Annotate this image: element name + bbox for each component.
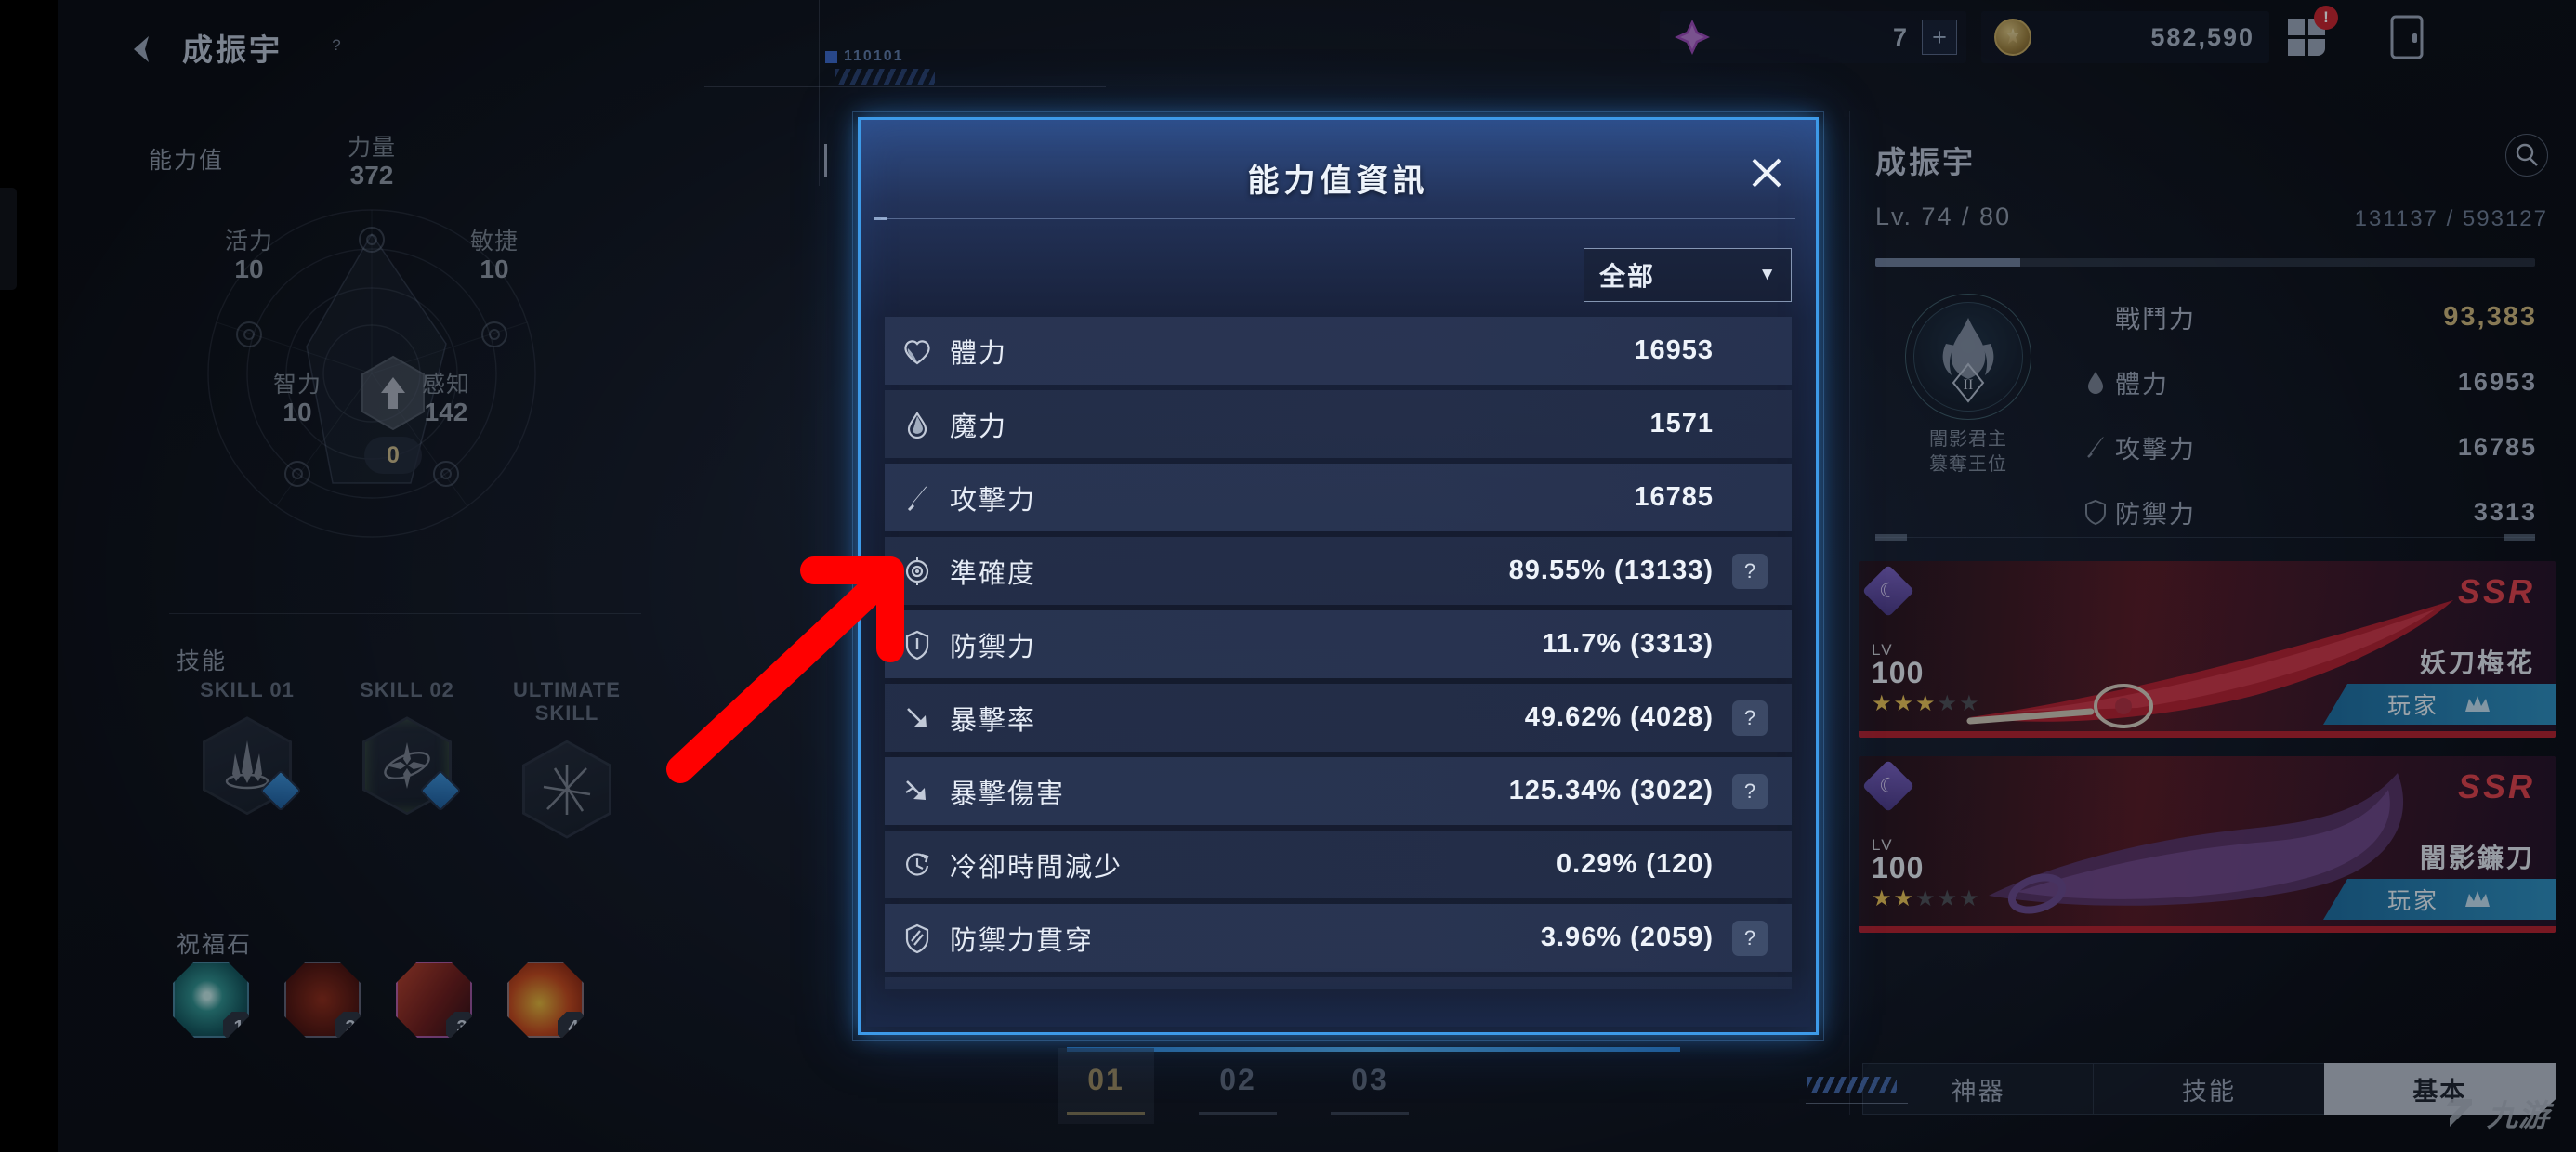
ability-info-dialog: 能力值資訊 全部 ▼ 體力 16953 ? 魔力 1571 ?: [852, 111, 1824, 1041]
stat-value: 49.62% (4028): [1524, 702, 1714, 732]
table-row[interactable]: 防禦力 11.7% (3313) ?: [885, 610, 1792, 678]
help-icon[interactable]: ?: [1732, 553, 1768, 589]
shield-icon: [901, 629, 933, 661]
crit-damage-icon: [901, 776, 933, 807]
stat-value: 3.96% (2059): [1540, 923, 1714, 952]
stat-filter-value: 全部: [1599, 262, 1656, 291]
stat-value: 16785: [1634, 482, 1714, 512]
stat-name: 魔力: [950, 412, 1008, 442]
pierce-shield-icon: [901, 923, 933, 954]
stat-value: 89.55% (13133): [1508, 556, 1714, 585]
stat-name: 準確度: [950, 558, 1037, 589]
stat-list[interactable]: 體力 16953 ? 魔力 1571 ? 攻擊力 16785 ? 準確度 89.…: [885, 317, 1792, 989]
table-row[interactable]: 防禦力貫穿 3.96% (2059) ?: [885, 904, 1792, 972]
heart-icon: [901, 335, 933, 367]
stat-name: 防禦力: [950, 632, 1037, 662]
table-row[interactable]: 傷害量上升 2.47% (1265) ?: [885, 977, 1792, 989]
stat-name: 防禦力貫穿: [950, 925, 1095, 956]
crit-rate-icon: [901, 702, 933, 734]
table-row[interactable]: 體力 16953 ?: [885, 317, 1792, 385]
stat-value: 0.29% (120): [1557, 849, 1714, 879]
table-row[interactable]: 攻擊力 16785 ?: [885, 464, 1792, 531]
table-row[interactable]: 魔力 1571 ?: [885, 390, 1792, 458]
help-icon[interactable]: ?: [1732, 920, 1768, 956]
stat-value: 125.34% (3022): [1508, 776, 1714, 805]
stat-name: 攻擊力: [950, 485, 1037, 516]
help-icon[interactable]: ?: [1732, 773, 1768, 809]
letterbox-left: [0, 0, 58, 1152]
mana-drop-icon: [901, 409, 933, 440]
chevron-down-icon: ▼: [1758, 265, 1776, 284]
stat-value: 1571: [1649, 409, 1714, 439]
table-row[interactable]: 暴擊率 49.62% (4028) ?: [885, 684, 1792, 752]
table-row[interactable]: 冷卻時間減少 0.29% (120) ?: [885, 831, 1792, 898]
cooldown-icon: [901, 849, 933, 881]
sword-icon: [901, 482, 933, 514]
stat-name: 冷卻時間減少: [950, 852, 1124, 883]
help-icon[interactable]: ?: [1732, 700, 1768, 736]
stat-name: 暴擊傷害: [950, 779, 1066, 809]
device-notch: [0, 188, 17, 290]
table-row[interactable]: 暴擊傷害 125.34% (3022) ?: [885, 757, 1792, 825]
target-icon: [901, 556, 933, 587]
stat-name: 暴擊率: [950, 705, 1037, 736]
table-row[interactable]: 準確度 89.55% (13133) ?: [885, 537, 1792, 605]
stat-filter-dropdown[interactable]: 全部 ▼: [1584, 248, 1792, 302]
stat-value: 11.7% (3313): [1542, 629, 1714, 659]
dialog-rule: [874, 217, 1795, 220]
stat-name: 體力: [950, 338, 1008, 369]
close-icon[interactable]: [1743, 150, 1790, 196]
dialog-title: 能力值資訊: [1247, 164, 1429, 199]
game-screen: 成振宇 ? 110101 7 + 582,590 ! 能力值 力量 372 敏捷…: [0, 0, 2576, 1152]
stat-value: 16953: [1634, 335, 1714, 365]
